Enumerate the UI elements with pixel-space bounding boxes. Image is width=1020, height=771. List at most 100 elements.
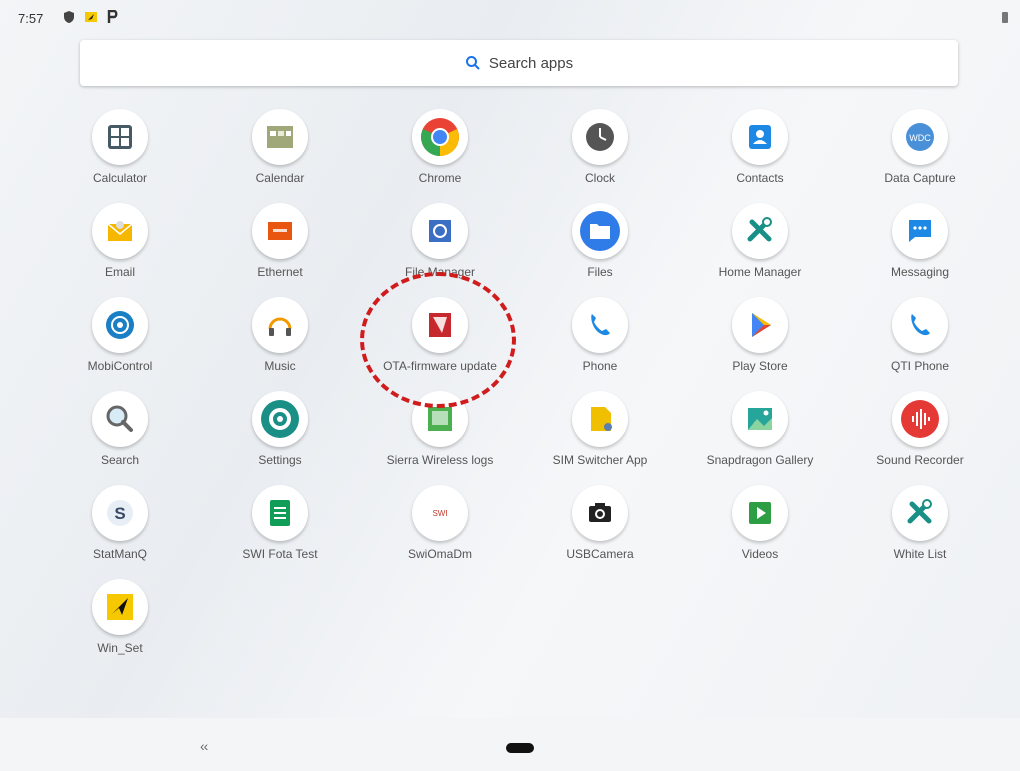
svg-text:WDC: WDC — [909, 133, 931, 143]
videos-icon — [732, 485, 788, 541]
app-ethernet[interactable]: Ethernet — [205, 199, 355, 289]
files-icon — [572, 203, 628, 259]
annotation-circle — [360, 272, 516, 408]
email-icon — [92, 203, 148, 259]
app-label: Videos — [741, 547, 779, 561]
shield-icon — [64, 11, 74, 23]
app-usbcamera[interactable]: USBCamera — [525, 481, 675, 571]
app-swi-fota-test[interactable]: SWI Fota Test — [205, 481, 355, 571]
app-label: Play Store — [732, 359, 788, 373]
app-label: White List — [893, 547, 947, 561]
app-clock[interactable]: Clock — [525, 105, 675, 195]
app-email[interactable]: Email — [45, 199, 195, 289]
gallery-icon — [732, 391, 788, 447]
app-messaging[interactable]: Messaging — [845, 199, 995, 289]
clock-icon — [572, 109, 628, 165]
app-label: MobiControl — [87, 359, 153, 373]
app-label: Contacts — [736, 171, 784, 185]
status-time: 7:57 — [18, 11, 44, 26]
app-label: Files — [587, 265, 613, 279]
svg-text:SWI: SWI — [432, 509, 447, 518]
calendar-icon — [252, 109, 308, 165]
phone-icon — [572, 297, 628, 353]
contacts-icon — [732, 109, 788, 165]
chrome-icon — [412, 109, 468, 165]
app-snapdragon-gallery[interactable]: Snapdragon Gallery — [685, 387, 835, 477]
app-qti-phone[interactable]: QTI Phone — [845, 293, 995, 383]
app-label: StatManQ — [92, 547, 148, 561]
sheets-icon — [252, 485, 308, 541]
app-label: Home Manager — [718, 265, 802, 279]
sim-switcher-icon — [572, 391, 628, 447]
app-calculator[interactable]: Calculator — [45, 105, 195, 195]
win-set-icon — [92, 579, 148, 635]
file-manager-icon — [412, 203, 468, 259]
app-label: SIM Switcher App — [552, 453, 648, 467]
home-button[interactable] — [506, 743, 534, 753]
ethernet-icon — [252, 203, 308, 259]
app-label: Calculator — [92, 171, 148, 185]
search-label: Search apps — [488, 54, 574, 72]
app-label: Snapdragon Gallery — [706, 453, 814, 467]
white-list-icon — [892, 485, 948, 541]
app-search[interactable]: Search — [45, 387, 195, 477]
parking-icon — [107, 10, 118, 23]
app-label: Email — [104, 265, 135, 279]
app-swiomadm[interactable]: SWI SwiOmaDm — [365, 481, 515, 571]
app-home-manager[interactable]: Home Manager — [685, 199, 835, 289]
search-bar[interactable]: Search apps — [80, 40, 958, 86]
app-label: Data Capture — [884, 171, 956, 185]
app-play-store[interactable]: Play Store — [685, 293, 835, 383]
app-contacts[interactable]: Contacts — [685, 105, 835, 195]
app-settings[interactable]: Settings — [205, 387, 355, 477]
qti-phone-icon — [892, 297, 948, 353]
app-label: USBCamera — [566, 547, 634, 561]
status-bar: 7:57 — [0, 0, 1020, 36]
svg-text:S: S — [114, 504, 125, 523]
music-icon — [252, 297, 308, 353]
app-label: Sierra Wireless logs — [386, 453, 494, 467]
app-label: Clock — [584, 171, 615, 185]
app-calendar[interactable]: Calendar — [205, 105, 355, 195]
app-label: SWI Fota Test — [242, 547, 318, 561]
sound-recorder-icon — [892, 391, 948, 447]
settings-icon — [252, 391, 308, 447]
app-label: Win_Set — [97, 641, 143, 655]
app-mobicontrol[interactable]: MobiControl — [45, 293, 195, 383]
swiomadm-icon: SWI — [412, 485, 468, 541]
app-files[interactable]: Files — [525, 199, 675, 289]
data-capture-icon: WDC — [892, 109, 948, 165]
camera-icon — [572, 485, 628, 541]
mobicontrol-icon — [92, 297, 148, 353]
app-data-capture[interactable]: WDC Data Capture — [845, 105, 995, 195]
messaging-icon — [892, 203, 948, 259]
app-label: Messaging — [890, 265, 950, 279]
statmanq-icon: S — [92, 485, 148, 541]
app-win-set[interactable]: Win_Set — [45, 575, 195, 665]
app-label: Music — [264, 359, 296, 373]
app-label: Settings — [258, 453, 302, 467]
app-label: Phone — [582, 359, 618, 373]
app-chrome[interactable]: Chrome — [365, 105, 515, 195]
app-statmanq[interactable]: S StatManQ — [45, 481, 195, 571]
calculator-icon — [92, 109, 148, 165]
app-label: Chrome — [418, 171, 462, 185]
app-music[interactable]: Music — [205, 293, 355, 383]
back-button[interactable]: ‹‹ — [200, 738, 208, 754]
app-phone[interactable]: Phone — [525, 293, 675, 383]
home-manager-icon — [732, 203, 788, 259]
app-label: Ethernet — [257, 265, 303, 279]
app-label: Search — [100, 453, 140, 467]
battery-icon — [1002, 12, 1008, 23]
app-sim-switcher-app[interactable]: SIM Switcher App — [525, 387, 675, 477]
app-label: Calendar — [255, 171, 305, 185]
app-white-list[interactable]: White List — [845, 481, 995, 571]
search-icon — [465, 56, 480, 70]
app-sound-recorder[interactable]: Sound Recorder — [845, 387, 995, 477]
app-label: SwiOmaDm — [407, 547, 472, 561]
navigation-bar: ‹‹ — [0, 718, 1020, 771]
app-videos[interactable]: Videos — [685, 481, 835, 571]
app-label: QTI Phone — [890, 359, 950, 373]
search-magnifier-icon — [92, 391, 148, 447]
play-store-icon — [732, 297, 788, 353]
